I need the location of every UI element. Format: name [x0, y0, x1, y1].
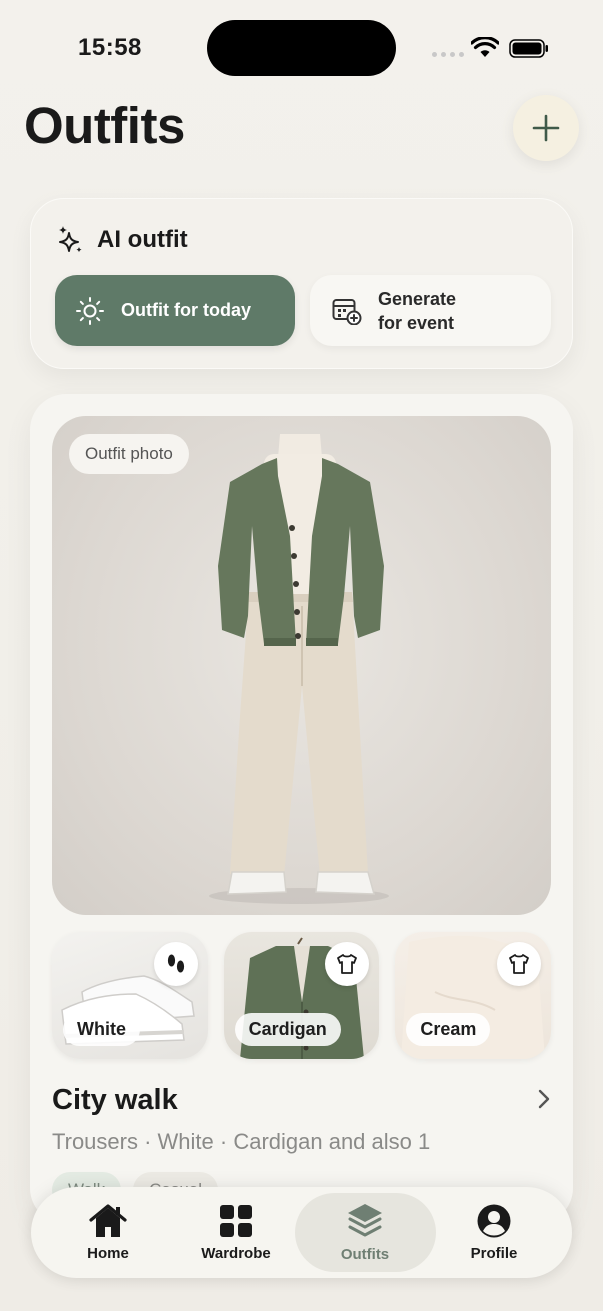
outfit-item-cardigan[interactable]: Cardigan: [223, 932, 380, 1059]
dynamic-island: [207, 20, 396, 76]
ai-outfit-title: AI outfit: [97, 226, 188, 253]
event-line-2: for event: [378, 312, 455, 333]
outfit-for-today-button[interactable]: Outfit for today: [55, 275, 295, 346]
outfit-photo[interactable]: Outfit photo: [52, 416, 551, 915]
outfit-item-shoes[interactable]: White: [52, 932, 208, 1059]
tab-wardrobe-label: Wardrobe: [201, 1245, 271, 1262]
outfit-card[interactable]: Outfit photo White Cardigan Cream City w…: [30, 394, 573, 1224]
signal-icon: [432, 52, 464, 57]
outfit-item-cream[interactable]: Cream: [395, 932, 552, 1059]
outfit-item-label: White: [63, 1013, 140, 1046]
shoes-icon: [153, 942, 198, 986]
tab-outfits[interactable]: Outfits: [302, 1187, 428, 1278]
outfit-name: City walk: [52, 1084, 178, 1116]
ai-outfit-header: AI outfit: [57, 225, 188, 255]
add-outfit-button[interactable]: [513, 95, 579, 161]
layers-icon: [348, 1204, 382, 1237]
tab-wardrobe[interactable]: Wardrobe: [173, 1187, 299, 1278]
outfit-description: Trousers · White · Cardigan and also 1: [52, 1129, 431, 1154]
profile-icon: [477, 1204, 511, 1238]
tab-profile[interactable]: Profile: [431, 1187, 557, 1278]
outfit-item-label: Cardigan: [234, 1013, 341, 1046]
tab-outfits-label: Outfits: [340, 1246, 390, 1263]
plus-icon: [532, 114, 560, 142]
outfit-item-label: Cream: [406, 1013, 491, 1046]
outfit-photo-label: Outfit photo: [69, 434, 189, 474]
shirt-icon: [497, 942, 542, 986]
ai-outfit-card: AI outfit Outfit for today Generate for …: [30, 198, 573, 369]
tab-profile-label: Profile: [470, 1245, 518, 1262]
grid-icon: [220, 1205, 252, 1237]
outfit-for-today-label: Outfit for today: [121, 300, 251, 320]
generate-for-event-label: Generate for event: [378, 287, 456, 335]
tab-home[interactable]: Home: [45, 1187, 171, 1278]
page-title: Outfits: [24, 97, 185, 154]
status-bar: 15:58: [0, 0, 603, 96]
battery-icon: [509, 39, 548, 58]
sparkles-icon: [59, 226, 82, 253]
outfit-illustration: [209, 434, 389, 904]
calendar-add-icon: [332, 298, 362, 325]
sun-icon: [76, 296, 104, 325]
event-line-1: Generate: [378, 288, 457, 309]
generate-for-event-button[interactable]: Generate for event: [310, 275, 551, 346]
wifi-icon: [471, 37, 499, 57]
chevron-right-icon[interactable]: [536, 1088, 552, 1110]
tab-bar: Home Wardrobe Outfits Profile: [31, 1187, 572, 1278]
home-icon: [89, 1204, 127, 1237]
outfit-items: White Cardigan Cream: [52, 932, 552, 1059]
status-time: 15:58: [78, 34, 142, 61]
tab-home-label: Home: [87, 1245, 129, 1262]
